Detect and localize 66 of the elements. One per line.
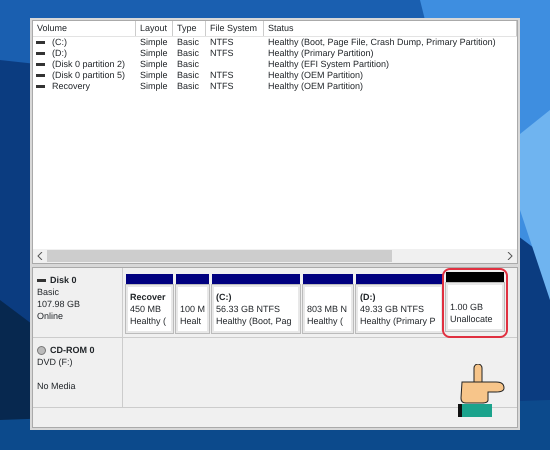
volume-name: (C:) bbox=[51, 37, 68, 48]
table-cell-text: Simple bbox=[139, 48, 169, 59]
partition-header-bar bbox=[126, 274, 173, 285]
table-cell-text: Simple bbox=[139, 37, 169, 48]
table-cell-text: Basic bbox=[176, 81, 200, 92]
table-cell-text: Simple bbox=[139, 70, 169, 81]
table-cell-text: Basic bbox=[176, 48, 200, 59]
disk-name: CD-ROM 0 bbox=[50, 344, 94, 356]
disk-info: DVD (F:) bbox=[37, 356, 74, 368]
partition-info: 1.00 GB bbox=[450, 301, 484, 313]
partition-info: Healthy (Boot, Pag bbox=[216, 315, 293, 327]
partition-info: Recover bbox=[130, 291, 167, 303]
table-cell-text: NTFS bbox=[209, 37, 234, 48]
partition-info: Healt bbox=[180, 315, 202, 327]
partition-info: 56.33 GB NTFS bbox=[216, 303, 282, 315]
partition-info: 100 M bbox=[180, 303, 205, 315]
partition-block[interactable]: Recover 450 MB Healthy ( bbox=[126, 285, 173, 333]
disk-info: 107.98 GB bbox=[37, 298, 82, 310]
volume-name: (Disk 0 partition 5) bbox=[51, 70, 126, 81]
volume-name: (D:) bbox=[51, 48, 68, 59]
partition-block[interactable]: (D:) 49.33 GB NTFS Healthy (Primary P bbox=[356, 285, 443, 333]
partition-block[interactable]: 100 M Healt bbox=[176, 285, 209, 333]
column-header[interactable]: Layout bbox=[136, 21, 173, 36]
table-cell-text: NTFS bbox=[209, 48, 234, 59]
table-cell-text: Healthy (OEM Partition) bbox=[267, 81, 364, 92]
disk-name: Disk 0 bbox=[50, 274, 77, 286]
scroll-left-icon[interactable] bbox=[37, 252, 43, 260]
column-header[interactable]: File System bbox=[206, 21, 264, 36]
partition-info: 49.33 GB NTFS bbox=[360, 303, 426, 315]
partition-block[interactable]: (C:) 56.33 GB NTFS Healthy (Boot, Pag bbox=[212, 285, 300, 333]
partition-info: (C:) bbox=[216, 291, 232, 303]
column-header[interactable]: Status bbox=[264, 21, 517, 36]
table-cell-text: Simple bbox=[139, 81, 169, 92]
scrollbar-thumb[interactable] bbox=[47, 250, 392, 262]
partition-info: (D:) bbox=[360, 291, 376, 303]
disk-info: Basic bbox=[37, 286, 60, 298]
disk-info: No Media bbox=[37, 380, 77, 392]
table-cell-text: Healthy (Boot, Page File, Crash Dump, Primary Partition) bbox=[267, 37, 497, 48]
table-cell-text: Healthy (Primary Partition) bbox=[267, 48, 375, 59]
partition-info: Healthy ( bbox=[130, 315, 168, 327]
table-cell-text: Basic bbox=[176, 37, 200, 48]
column-header[interactable]: Type bbox=[173, 21, 206, 36]
partition-info: Healthy ( bbox=[307, 315, 344, 327]
partition-info: Unallocate bbox=[450, 313, 494, 325]
volume-name: (Disk 0 partition 2) bbox=[51, 59, 126, 70]
disk-info: Online bbox=[37, 310, 64, 322]
table-cell-text: Simple bbox=[139, 59, 169, 70]
partition-header-bar bbox=[303, 274, 353, 285]
cd-drive-icon bbox=[37, 346, 46, 354]
table-cell-text: Basic bbox=[176, 70, 200, 81]
table-cell-text: Basic bbox=[176, 59, 200, 70]
partition-info: 803 MB N bbox=[307, 303, 348, 315]
table-cell-text: Healthy (OEM Partition) bbox=[267, 70, 364, 81]
column-header[interactable]: Volume bbox=[33, 21, 136, 36]
partition-block[interactable]: 1.00 GB Unallocate bbox=[446, 283, 504, 331]
partition-header-bar bbox=[446, 272, 504, 283]
volume-name: Recovery bbox=[51, 81, 92, 92]
pointing-hand-icon bbox=[458, 364, 506, 418]
partition-block[interactable]: 803 MB N Healthy ( bbox=[303, 285, 353, 333]
partition-info: Healthy (Primary P bbox=[360, 315, 437, 327]
table-cell-text: Healthy (EFI System Partition) bbox=[267, 59, 390, 70]
partition-info: 450 MB bbox=[130, 303, 162, 315]
table-cell-text: NTFS bbox=[209, 70, 234, 81]
scroll-right-icon[interactable] bbox=[507, 252, 513, 260]
table-cell-text: NTFS bbox=[209, 81, 234, 92]
partition-header-bar bbox=[176, 274, 209, 285]
